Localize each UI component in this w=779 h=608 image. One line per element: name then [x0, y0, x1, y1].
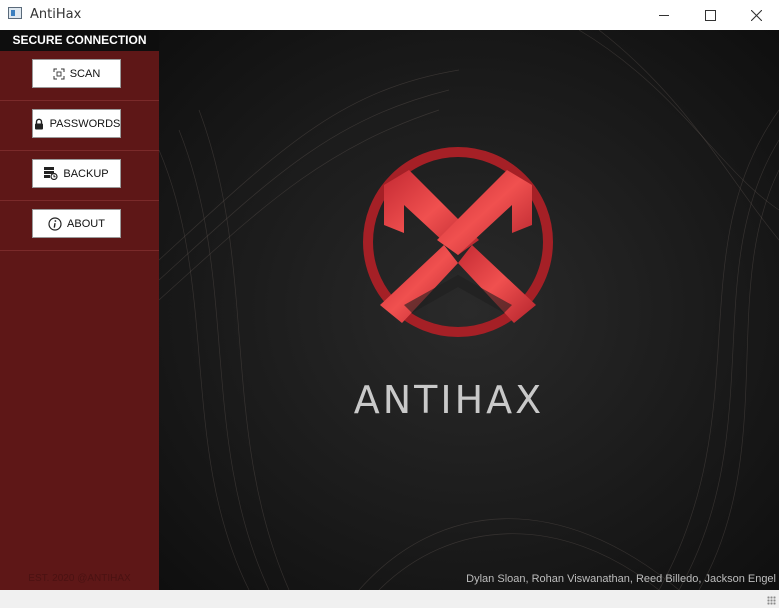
credits-text: Dylan Sloan, Rohan Viswanathan, Reed Bil…: [466, 573, 776, 585]
title-bar: AntiHax: [0, 0, 779, 30]
window-title: AntiHax: [30, 7, 82, 22]
app-icon: [8, 7, 22, 19]
scan-icon: [53, 68, 65, 80]
about-button-label: ABOUT: [67, 217, 105, 230]
close-icon: [750, 9, 762, 21]
maximize-button[interactable]: [687, 0, 733, 30]
backup-button-label: BACKUP: [63, 167, 109, 180]
maximize-icon: [704, 9, 716, 21]
sidebar-row-backup: BACKUP: [0, 151, 159, 201]
passwords-button-label: PASSWORDS: [49, 117, 121, 130]
minimize-icon: [659, 14, 669, 16]
brand-wordmark: ANTIHAX: [353, 378, 545, 422]
sidebar-row-scan: SCAN: [0, 51, 159, 101]
status-bar: [0, 590, 779, 608]
sidebar-row-about: ABOUT: [0, 201, 159, 251]
backup-icon: [44, 167, 58, 180]
close-button[interactable]: [733, 0, 779, 30]
sidebar-footer: EST. 2020 @ANTIHAX: [28, 573, 131, 584]
lock-icon: [33, 118, 45, 130]
backup-button[interactable]: BACKUP: [32, 159, 121, 188]
main-panel: ANTIHAX Dylan Sloan, Rohan Viswanathan, …: [159, 30, 779, 590]
passwords-button[interactable]: PASSWORDS: [32, 109, 121, 138]
sidebar: SECURE CONNECTION SCAN PASSWORDS BACKUP: [0, 30, 159, 590]
antihax-logo: [363, 147, 553, 337]
scan-button[interactable]: SCAN: [32, 59, 121, 88]
about-button[interactable]: ABOUT: [32, 209, 121, 238]
sidebar-row-passwords: PASSWORDS: [0, 101, 159, 151]
sidebar-header: SECURE CONNECTION: [0, 30, 159, 51]
info-icon: [48, 216, 62, 231]
scan-button-label: SCAN: [69, 67, 101, 80]
resize-grip-icon[interactable]: [767, 596, 776, 605]
minimize-button[interactable]: [641, 0, 687, 30]
